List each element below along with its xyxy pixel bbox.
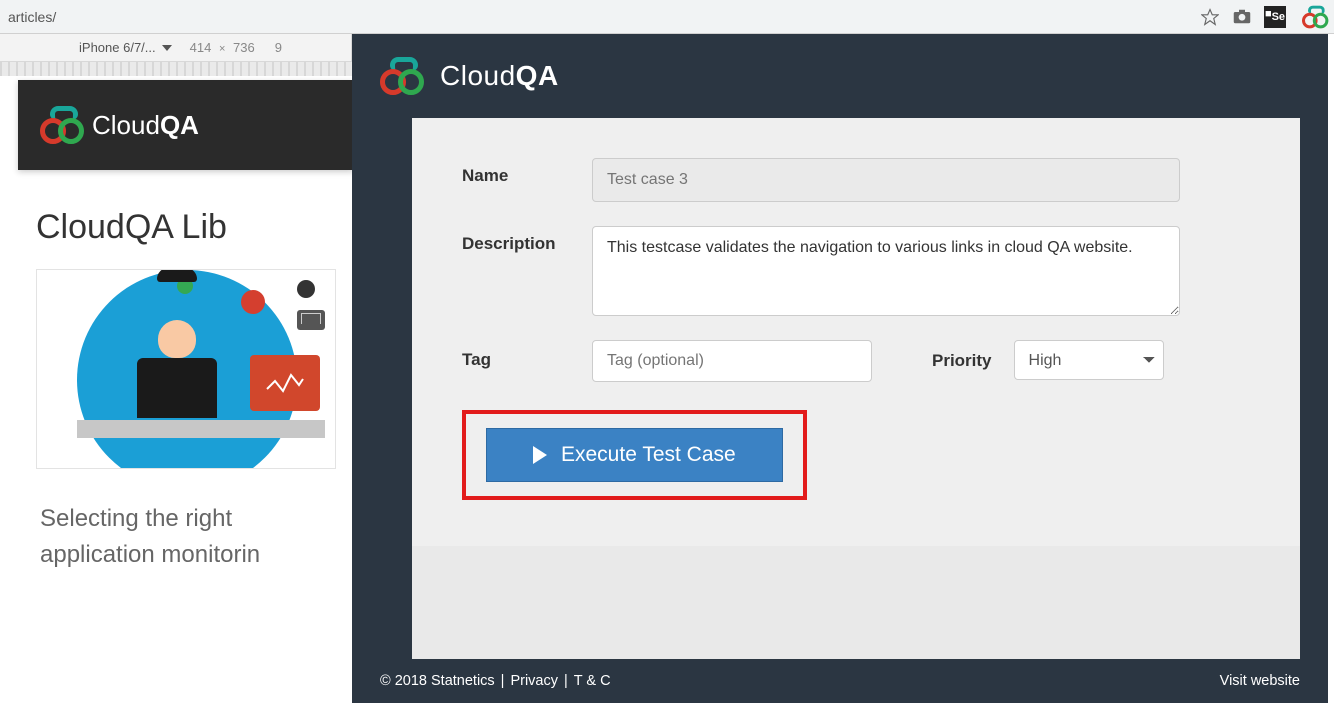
play-icon	[533, 446, 547, 464]
tag-input[interactable]	[592, 340, 872, 382]
extension-logo[interactable]: CloudQA	[380, 57, 559, 95]
devtools-device-toolbar: iPhone 6/7/... 414 × 736 9	[0, 34, 352, 62]
footer-privacy-link[interactable]: Privacy	[510, 673, 558, 689]
device-name: iPhone 6/7/...	[79, 40, 156, 55]
device-selector[interactable]: iPhone 6/7/...	[69, 40, 182, 55]
execute-test-case-button[interactable]: Execute Test Case	[486, 428, 783, 482]
execute-button-label: Execute Test Case	[561, 443, 736, 467]
article-card[interactable]	[36, 269, 336, 469]
times-icon: ×	[215, 43, 229, 55]
star-bookmark-icon[interactable]	[1200, 7, 1220, 27]
extension-header: CloudQA	[352, 34, 1328, 118]
name-label: Name	[462, 158, 592, 186]
extension-body: Name Description This testcase validates…	[412, 118, 1300, 659]
zoom-fragment: 9	[263, 40, 282, 55]
cloudqa-extension-panel: CloudQA Name Description This testcase v…	[352, 34, 1328, 703]
footer-copyright: © 2018 Statnetics	[380, 673, 495, 689]
dropdown-icon	[162, 45, 172, 51]
camera-icon[interactable]	[1232, 7, 1252, 27]
extension-footer: © 2018 Statnetics | Privacy | T & C Visi…	[352, 659, 1328, 703]
ruler	[0, 62, 352, 76]
browser-address-bar: articles/ ■Se	[0, 0, 1334, 34]
page-heading: CloudQA Lib	[18, 170, 354, 269]
viewport-width[interactable]: 414	[190, 40, 212, 55]
footer-visit-website-link[interactable]: Visit website	[1220, 673, 1300, 689]
priority-select[interactable]: High	[1014, 340, 1164, 380]
article-excerpt: Selecting the right application monitori…	[18, 469, 354, 573]
description-textarea[interactable]: This testcase validates the navigation t…	[592, 226, 1180, 316]
priority-label: Priority	[932, 351, 992, 371]
name-input[interactable]	[592, 158, 1180, 202]
url-text: articles/	[8, 9, 1200, 25]
mobile-preview: CloudQA CloudQA Lib Selecting the right …	[18, 80, 354, 703]
viewport-height[interactable]: 736	[233, 40, 255, 55]
selenium-extension-icon[interactable]: ■Se	[1264, 6, 1286, 28]
cloudqa-extension-icon[interactable]	[1302, 11, 1314, 23]
site-header: CloudQA	[18, 80, 354, 170]
cloudqa-logo[interactable]: CloudQA	[40, 106, 199, 144]
description-label: Description	[462, 226, 592, 254]
footer-tc-link[interactable]: T & C	[574, 673, 611, 689]
execute-highlight-box: Execute Test Case	[462, 410, 807, 500]
tag-label: Tag	[462, 340, 592, 370]
monitor-icon	[250, 355, 320, 411]
